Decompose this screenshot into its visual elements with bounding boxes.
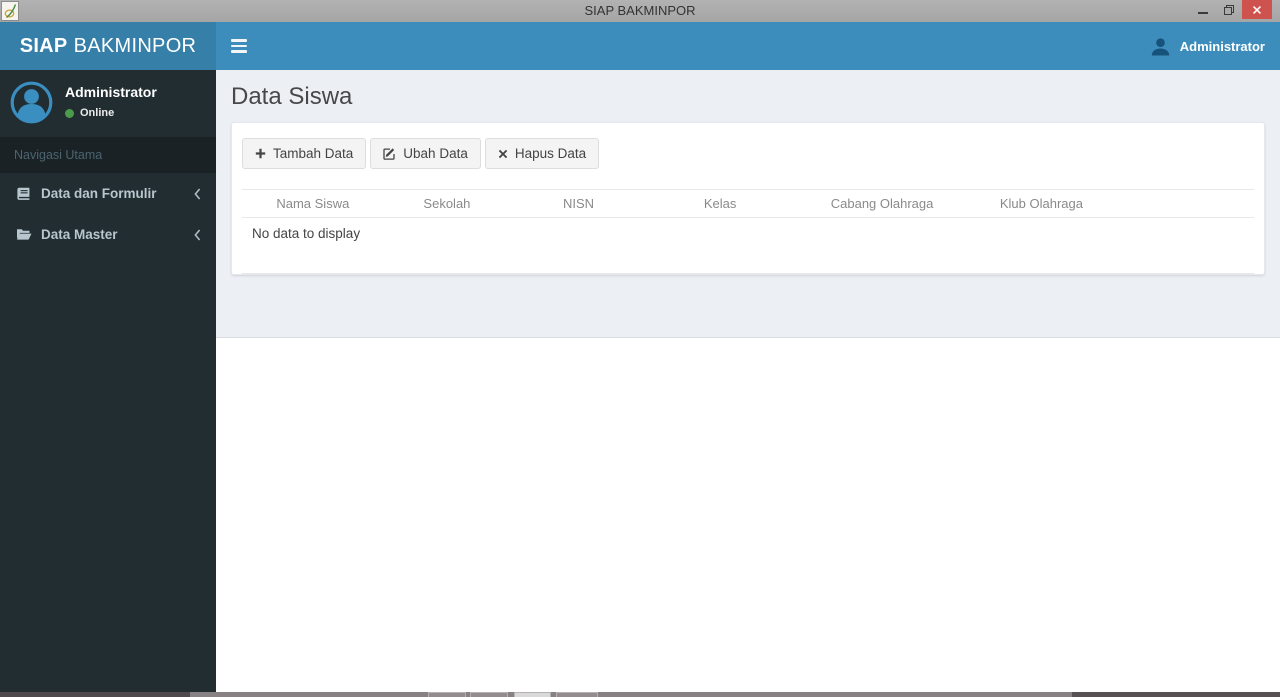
taskbar-button[interactable] (470, 692, 508, 697)
data-siswa-table: Nama Siswa Sekolah NISN Kelas Cabang Ola… (242, 189, 1254, 274)
sidebar-section-header: Navigasi Utama (0, 137, 216, 173)
button-label: Ubah Data (403, 146, 468, 161)
brand-logo[interactable]: SIAP BAKMINPOR (0, 22, 216, 70)
window-controls (1190, 0, 1272, 19)
sidebar-item-data-dan-formulir[interactable]: Data dan Formulir (0, 173, 216, 214)
user-icon (1151, 37, 1169, 55)
sidebar-item-label: Data Master (41, 227, 118, 242)
table-header-row: Nama Siswa Sekolah NISN Kelas Cabang Ola… (242, 189, 1254, 218)
tambah-data-button[interactable]: Tambah Data (242, 138, 367, 169)
online-status-icon (65, 108, 74, 118)
restore-button[interactable] (1216, 0, 1242, 19)
data-panel: Tambah Data Ubah Data Hapus Data Nama Si… (231, 122, 1265, 275)
toolbar: Tambah Data Ubah Data Hapus Data (242, 138, 1254, 169)
sidebar: Administrator Online Navigasi Utama Data… (0, 70, 216, 692)
minimize-button[interactable] (1190, 0, 1216, 19)
button-label: Hapus Data (514, 146, 587, 161)
window-title: SIAP BAKMINPOR (584, 3, 696, 18)
times-icon (498, 149, 508, 158)
chevron-left-icon (194, 187, 201, 200)
column-header[interactable]: Nama Siswa (242, 189, 384, 218)
app-window: SIAP BAKMINPOR SIAP BAKMINPOR Administra… (0, 0, 1280, 697)
sidebar-item-label: Data dan Formulir (41, 186, 157, 201)
page-title: Data Siswa (231, 83, 353, 110)
sidebar-item-data-master[interactable]: Data Master (0, 214, 216, 255)
main-content: Data Siswa Tambah Data Ubah Data Hapus D… (216, 70, 1280, 692)
hapus-data-button[interactable]: Hapus Data (484, 138, 600, 169)
navbar-user-label: Administrator (1179, 38, 1265, 54)
online-status-label: Online (80, 107, 115, 119)
ubah-data-button[interactable]: Ubah Data (370, 138, 481, 169)
sidebar-user-status[interactable]: Online (65, 107, 157, 119)
hamburger-icon (231, 39, 247, 42)
taskbar-button[interactable] (428, 692, 466, 697)
folder-open-icon (15, 228, 32, 241)
taskbar-segment (1072, 692, 1280, 697)
edit-icon (383, 148, 395, 160)
navbar-user-menu[interactable]: Administrator (1135, 22, 1280, 70)
restore-icon (1224, 4, 1234, 15)
close-icon (1253, 5, 1261, 14)
column-header-filler (1112, 189, 1254, 218)
column-header[interactable]: Cabang Olahraga (793, 189, 971, 218)
sidebar-user-info: Administrator Online (65, 81, 157, 119)
table-row: No data to display (242, 217, 1254, 274)
plus-icon (255, 148, 266, 159)
taskbar-button[interactable] (556, 692, 598, 697)
empty-table-message: No data to display (242, 217, 1254, 274)
chevron-left-icon (194, 228, 201, 241)
taskbar-edge[interactable] (0, 692, 1280, 697)
brand-bold: SIAP (19, 34, 68, 57)
column-header[interactable]: Kelas (646, 189, 794, 218)
content-wrapper: Data Siswa Tambah Data Ubah Data Hapus D… (216, 70, 1280, 338)
brand-regular: BAKMINPOR (73, 34, 197, 57)
button-label: Tambah Data (273, 146, 354, 161)
sidebar-user-name: Administrator (65, 84, 157, 100)
column-header[interactable]: Klub Olahraga (970, 189, 1113, 218)
book-icon (15, 187, 32, 201)
column-header[interactable]: Sekolah (383, 189, 511, 218)
close-button[interactable] (1242, 0, 1272, 19)
app-navbar: SIAP BAKMINPOR Administrator (0, 22, 1280, 70)
avatar (10, 81, 53, 124)
minimize-icon (1198, 11, 1208, 14)
sidebar-user-panel: Administrator Online (0, 70, 216, 137)
column-header[interactable]: NISN (510, 189, 647, 218)
taskbar-button[interactable] (514, 692, 551, 697)
sidebar-toggle-button[interactable] (216, 22, 262, 70)
taskbar-segment (0, 692, 190, 697)
window-titlebar: SIAP BAKMINPOR (0, 0, 1280, 22)
